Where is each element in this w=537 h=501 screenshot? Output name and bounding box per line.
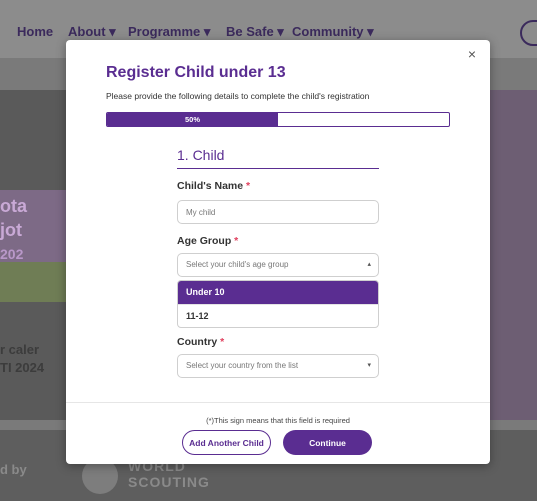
progress-fill: 50%	[107, 113, 278, 126]
age-group-dropdown: Under 10 11-12	[177, 280, 379, 328]
country-placeholder: Select your country from the list	[186, 361, 299, 370]
age-group-select[interactable]: Select your child's age group ▴	[177, 253, 379, 277]
continue-button[interactable]: Continue	[283, 430, 372, 455]
hero-banner-icons	[0, 262, 70, 302]
age-option-11-12[interactable]: 11-12	[178, 304, 378, 327]
required-mark: *	[220, 336, 225, 348]
nav-community[interactable]: Community ▾	[292, 24, 374, 40]
section-divider	[177, 168, 379, 169]
age-group-placeholder: Select your child's age group	[186, 260, 289, 269]
nav-home[interactable]: Home	[17, 24, 53, 39]
background-text: 202	[0, 246, 24, 262]
search-icon[interactable]	[520, 20, 537, 46]
required-mark: *	[234, 235, 239, 247]
required-mark: *	[246, 180, 251, 192]
background-text: TI 2024	[0, 360, 45, 375]
child-name-label: Child's Name *	[177, 180, 251, 192]
background-text: r caler	[0, 342, 40, 357]
age-group-label: Age Group *	[177, 235, 239, 247]
register-child-modal: × Register Child under 13 Please provide…	[66, 40, 490, 464]
required-note: (*)This sign means that this field is re…	[206, 416, 350, 425]
chevron-down-icon: ▾	[367, 362, 371, 369]
background-text: jot	[0, 220, 22, 240]
nav-about[interactable]: About ▾	[68, 24, 116, 40]
footer-text: d by	[0, 462, 27, 477]
age-option-under-10[interactable]: Under 10	[178, 281, 378, 304]
child-name-input[interactable]	[177, 200, 379, 224]
modal-title: Register Child under 13	[106, 64, 286, 81]
country-select[interactable]: Select your country from the list ▾	[177, 354, 379, 378]
nav-be-safe[interactable]: Be Safe ▾	[226, 24, 284, 40]
close-icon[interactable]: ×	[464, 46, 480, 62]
section-title: 1. Child	[177, 147, 225, 163]
background-text: ota	[0, 196, 27, 216]
modal-subtitle: Please provide the following details to …	[106, 91, 370, 101]
logo-text: SCOUTING	[128, 474, 210, 490]
chevron-up-icon: ▴	[367, 261, 371, 268]
progress-bar: 50%	[106, 112, 450, 127]
country-label: Country *	[177, 336, 225, 348]
add-another-child-button[interactable]: Add Another Child	[182, 430, 271, 455]
nav-programme[interactable]: Programme ▾	[128, 24, 210, 40]
footer-divider	[66, 402, 490, 403]
